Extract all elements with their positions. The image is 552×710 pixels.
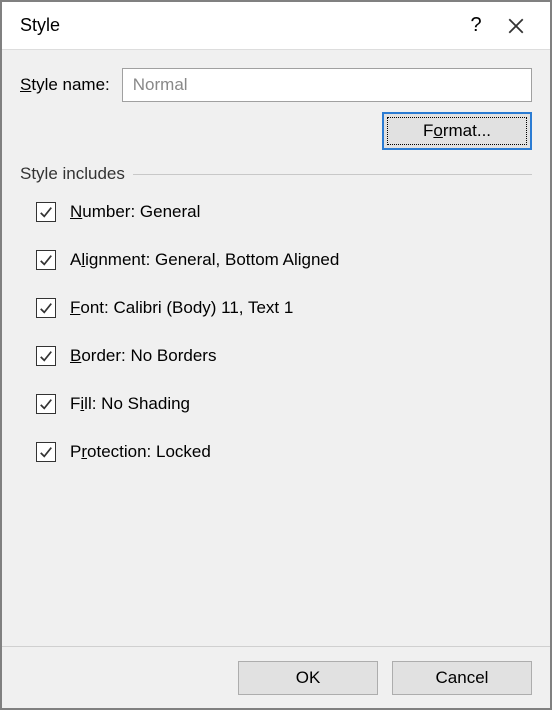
include-border: Border: No Borders <box>36 346 532 366</box>
titlebar: Style ? <box>2 2 550 50</box>
include-fill: Fill: No Shading <box>36 394 532 414</box>
group-separator <box>133 174 532 175</box>
close-icon[interactable] <box>496 2 536 50</box>
protection-label: Protection: Locked <box>70 442 211 462</box>
cancel-button[interactable]: Cancel <box>392 661 532 695</box>
protection-checkbox[interactable] <box>36 442 56 462</box>
includes-list: Number: General Alignment: General, Bott… <box>20 202 532 462</box>
help-icon[interactable]: ? <box>456 2 496 50</box>
fill-checkbox[interactable] <box>36 394 56 414</box>
alignment-label: Alignment: General, Bottom Aligned <box>70 250 339 270</box>
include-font: Font: Calibri (Body) 11, Text 1 <box>36 298 532 318</box>
format-button[interactable]: Format... <box>382 112 532 150</box>
dialog-footer: OK Cancel <box>2 646 550 708</box>
font-checkbox[interactable] <box>36 298 56 318</box>
border-checkbox[interactable] <box>36 346 56 366</box>
dialog-title: Style <box>20 15 456 36</box>
include-protection: Protection: Locked <box>36 442 532 462</box>
ok-button[interactable]: OK <box>238 661 378 695</box>
number-checkbox[interactable] <box>36 202 56 222</box>
alignment-checkbox[interactable] <box>36 250 56 270</box>
style-dialog: Style ? Style name: Format... Style incl… <box>0 0 552 710</box>
border-label: Border: No Borders <box>70 346 216 366</box>
font-label: Font: Calibri (Body) 11, Text 1 <box>70 298 293 318</box>
number-label: Number: General <box>70 202 200 222</box>
style-name-label: Style name: <box>20 75 110 95</box>
fill-label: Fill: No Shading <box>70 394 190 414</box>
style-name-row: Style name: <box>20 68 532 102</box>
include-alignment: Alignment: General, Bottom Aligned <box>36 250 532 270</box>
group-label: Style includes <box>20 164 125 184</box>
include-number: Number: General <box>36 202 532 222</box>
style-includes-group: Style includes <box>20 164 532 184</box>
dialog-content: Style name: Format... Style includes Num… <box>2 50 550 646</box>
style-name-input[interactable] <box>122 68 532 102</box>
